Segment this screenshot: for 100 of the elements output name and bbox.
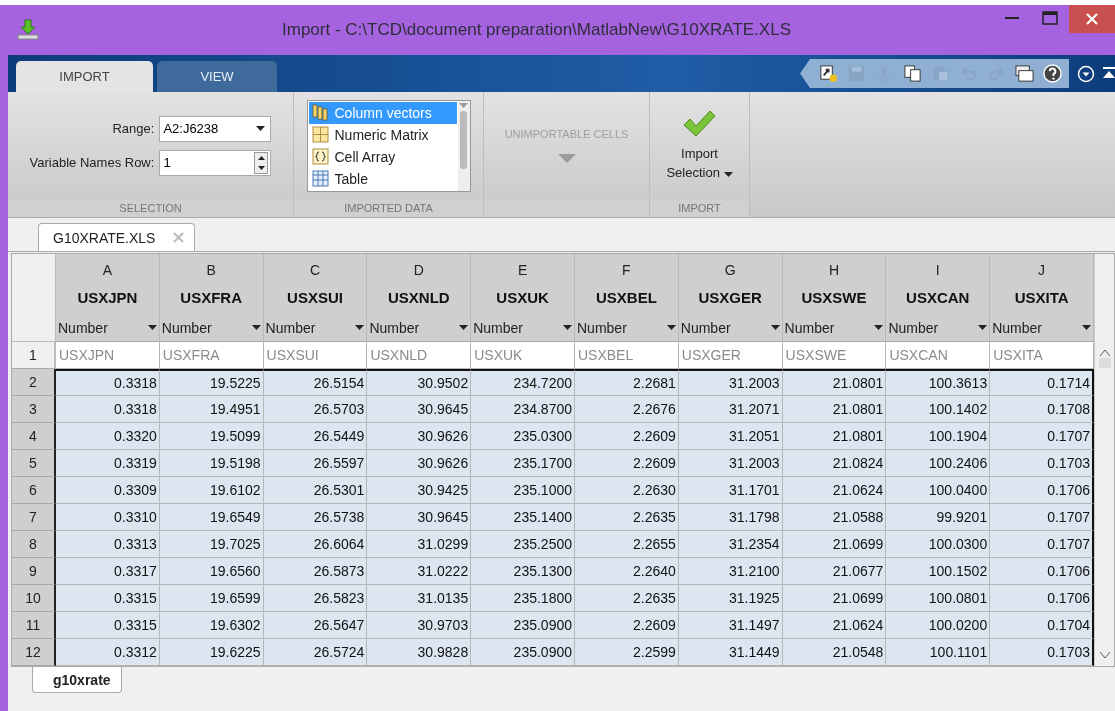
type-dropdown[interactable]: Number xyxy=(678,314,782,341)
table-cell: 30.9828 xyxy=(367,639,472,666)
table-cell: USXUK xyxy=(471,342,575,369)
columns-icon xyxy=(311,104,329,121)
table-cell: 0.1706 xyxy=(990,477,1094,504)
table-cell: 0.1707 xyxy=(990,423,1094,450)
type-dropdown[interactable]: Number xyxy=(990,314,1093,341)
sheet-tab[interactable]: g10xrate xyxy=(32,667,122,693)
table-cell: 100.0300 xyxy=(886,531,991,558)
table-cell: 0.1706 xyxy=(990,585,1094,612)
table-cell: 2.2609 xyxy=(575,450,679,477)
type-dropdown[interactable]: Number xyxy=(159,314,263,341)
row-number: 4 xyxy=(12,423,56,450)
table-cell: 0.1704 xyxy=(990,612,1094,639)
table-cell: 0.3318 xyxy=(56,396,160,423)
close-icon xyxy=(1086,13,1098,25)
table-cell: 235.1700 xyxy=(471,450,575,477)
type-dropdown[interactable]: Number xyxy=(367,314,471,341)
row-number: 5 xyxy=(12,450,56,477)
variable-name: USXCAN xyxy=(905,288,971,308)
variable-name: USXJPN xyxy=(76,288,139,308)
type-dropdown[interactable]: Number xyxy=(471,314,574,341)
close-button[interactable] xyxy=(1069,5,1115,33)
table-cell: 19.5225 xyxy=(159,369,264,396)
table-cell: 234.7200 xyxy=(471,369,575,396)
list-item[interactable]: Table xyxy=(308,167,457,190)
table-cell: 0.1707 xyxy=(990,504,1094,531)
table-cell: 30.9502 xyxy=(367,369,472,396)
dropdown-icon[interactable] xyxy=(1077,64,1095,83)
table-cell: 100.2406 xyxy=(886,450,991,477)
section-label: SELECTION xyxy=(8,199,293,217)
table-cell: 21.0548 xyxy=(782,639,887,666)
checkmark-icon xyxy=(682,109,717,138)
save-icon xyxy=(847,64,866,83)
table-cell: 31.1449 xyxy=(678,639,783,666)
table-cell: USXITA xyxy=(990,342,1094,369)
section-label: IMPORT xyxy=(650,199,749,217)
variable-name: USXSWE xyxy=(800,288,868,308)
row-number: 10 xyxy=(12,585,56,612)
list-item[interactable]: Numeric Matrix xyxy=(308,123,457,146)
table-cell: 26.5873 xyxy=(263,558,368,585)
caret-icon xyxy=(256,126,266,131)
table-cell: 100.0400 xyxy=(886,477,991,504)
toolbar-button[interactable] xyxy=(1014,63,1035,84)
table-cell: 235.0900 xyxy=(471,639,575,666)
variable-name: USXNLD xyxy=(386,288,451,308)
range-label: Range: xyxy=(111,121,155,136)
document-tab[interactable]: G10XRATE.XLS xyxy=(38,223,196,251)
list-item[interactable]: Cell Array xyxy=(308,145,457,168)
table-cell: 19.5198 xyxy=(159,450,264,477)
table-cell: 2.2609 xyxy=(575,612,679,639)
caret-icon xyxy=(723,171,733,177)
caret-icon xyxy=(563,325,572,330)
table-cell: 0.3315 xyxy=(56,612,160,639)
row-number: 2 xyxy=(12,369,56,396)
range-dropdown[interactable]: A2:J6238 xyxy=(159,115,272,142)
table-cell: 2.2676 xyxy=(575,396,679,423)
table-cell: 31.2003 xyxy=(678,450,783,477)
table-cell: 31.0299 xyxy=(367,531,472,558)
table-cell: USXBEL xyxy=(575,342,679,369)
unimportable-label: UNIMPORTABLE CELLS xyxy=(504,128,629,140)
toolbar-button[interactable] xyxy=(1042,63,1063,84)
table-cell: 0.3315 xyxy=(56,585,160,612)
variable-name: USXGER xyxy=(697,288,763,308)
table-cell: 19.6549 xyxy=(159,504,264,531)
import-selection-button[interactable]: Import Selection xyxy=(660,108,739,183)
scrollbar-thumb[interactable] xyxy=(460,110,467,169)
table-cell: 2.2630 xyxy=(575,477,679,504)
table-cell: 0.1708 xyxy=(990,396,1094,423)
section-label: IMPORTED DATA xyxy=(294,199,483,217)
table-cell: 26.5301 xyxy=(263,477,368,504)
table-cell: 100.1904 xyxy=(886,423,991,450)
type-dropdown[interactable]: Number xyxy=(575,314,678,341)
table-cell: 26.5823 xyxy=(263,585,368,612)
table-cell: 0.3312 xyxy=(56,639,160,666)
column-letter: D xyxy=(412,261,425,280)
type-dropdown[interactable]: Number xyxy=(263,314,367,341)
caret-icon xyxy=(459,325,469,330)
ribbon-tab[interactable]: VIEW xyxy=(157,61,277,92)
table-cell: 235.2500 xyxy=(471,531,575,558)
table-cell: USXSWE xyxy=(782,342,887,369)
caret-icon xyxy=(355,325,365,330)
scroll-down-icon[interactable] xyxy=(1099,652,1110,658)
type-dropdown[interactable]: Number xyxy=(782,314,886,341)
table-cell: 235.0300 xyxy=(471,423,575,450)
toolbar-button[interactable] xyxy=(818,63,839,84)
table-cell: 31.0222 xyxy=(367,558,472,585)
caret-icon xyxy=(251,325,261,330)
table-cell: 21.0801 xyxy=(782,423,887,450)
toolbar-button[interactable] xyxy=(902,63,923,84)
ribbon-tab[interactable]: IMPORT xyxy=(16,61,153,92)
copy-icon xyxy=(903,64,922,83)
type-dropdown[interactable]: Number xyxy=(56,314,159,341)
collapse-icon[interactable] xyxy=(1103,66,1115,81)
window-title: Import - C:\TCD\document preparation\MatlabNew\G10XRATE.XLS xyxy=(281,20,792,40)
table-cell: 26.5647 xyxy=(263,612,368,639)
variable-name: USXUK xyxy=(495,288,550,308)
table-cell: 235.0900 xyxy=(471,612,575,639)
names-row-spinner[interactable]: 1 xyxy=(159,149,272,176)
type-dropdown[interactable]: Number xyxy=(886,314,990,341)
